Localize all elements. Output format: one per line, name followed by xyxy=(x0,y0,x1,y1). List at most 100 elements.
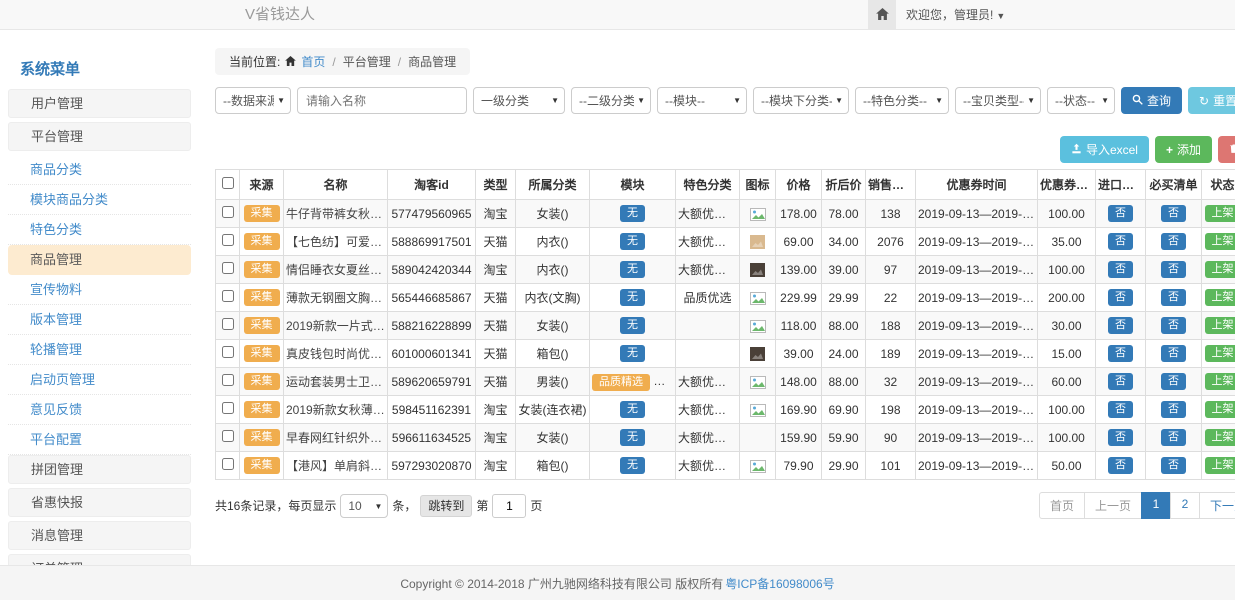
page-button[interactable]: 1 xyxy=(1141,492,1171,519)
sidebar-item[interactable]: 特色分类 xyxy=(8,215,191,245)
import-select-toggle[interactable]: 否 xyxy=(1108,373,1133,390)
sidebar-item[interactable]: 启动页管理 xyxy=(8,365,191,395)
row-checkbox[interactable] xyxy=(222,206,234,218)
status-toggle[interactable]: 上架 xyxy=(1205,373,1235,390)
filter-select[interactable]: --数据来源-- xyxy=(216,88,290,113)
home-button[interactable] xyxy=(868,0,896,30)
row-checkbox[interactable] xyxy=(222,430,234,442)
sidebar-item[interactable]: 版本管理 xyxy=(8,305,191,335)
row-checkbox[interactable] xyxy=(222,374,234,386)
sidebar-item[interactable]: 商品分类 xyxy=(8,155,191,185)
reset-button[interactable]: ↻ 重置 xyxy=(1188,87,1235,114)
sidebar-item[interactable]: 商品管理 xyxy=(8,245,191,275)
import-select-toggle[interactable]: 否 xyxy=(1108,429,1133,446)
sidebar-item[interactable]: 消息管理 xyxy=(8,521,191,550)
coupon-time: 2019-09-13—2019-09-20 xyxy=(916,340,1038,368)
page-prefix: 第 xyxy=(476,497,488,514)
coupon-amount: 50.00 xyxy=(1038,452,1096,480)
per-page-select[interactable]: 10 xyxy=(341,495,387,517)
name-search-input[interactable] xyxy=(297,87,467,114)
icp-link[interactable]: 粤ICP备16098006号 xyxy=(725,575,834,592)
row-checkbox[interactable] xyxy=(222,262,234,274)
jump-button[interactable]: 跳转到 xyxy=(420,495,472,517)
import-select-toggle[interactable]: 否 xyxy=(1108,205,1133,222)
page-button[interactable]: 2 xyxy=(1170,492,1200,519)
sidebar-item[interactable]: 轮播管理 xyxy=(8,335,191,365)
product-image xyxy=(750,208,766,221)
sidebar-item[interactable]: 宣传物料 xyxy=(8,275,191,305)
product-category: 女装(连衣裙) xyxy=(516,396,590,424)
filter-select[interactable]: --模块-- xyxy=(658,88,746,113)
status-toggle[interactable]: 上架 xyxy=(1205,429,1235,446)
status-toggle[interactable]: 上架 xyxy=(1205,261,1235,278)
import-select-toggle[interactable]: 否 xyxy=(1108,317,1133,334)
filter-select[interactable]: --二级分类-- xyxy=(572,88,650,113)
filter-select[interactable]: --模块下分类-- xyxy=(754,88,848,113)
reset-button-label: 重置 xyxy=(1213,92,1235,109)
import-select-toggle[interactable]: 否 xyxy=(1108,345,1133,362)
feature-category: 大额优惠券 xyxy=(676,452,740,480)
page-button[interactable]: 下一页 xyxy=(1199,492,1235,519)
filter-select[interactable]: --状态-- xyxy=(1048,88,1114,113)
refresh-icon: ↻ xyxy=(1199,94,1209,108)
sidebar-item[interactable]: 平台管理 xyxy=(8,122,191,151)
filter-select-wrap: --数据来源--▼ xyxy=(215,87,291,114)
add-button[interactable]: + 添加 xyxy=(1155,136,1212,163)
select-all-checkbox[interactable] xyxy=(222,177,234,189)
import-select-toggle[interactable]: 否 xyxy=(1108,401,1133,418)
sidebar-item[interactable]: 意见反馈 xyxy=(8,395,191,425)
batch-delete-button[interactable]: 批量删除 xyxy=(1218,136,1235,163)
import-select-cell: 否 xyxy=(1096,368,1146,396)
module-cell: 无 xyxy=(590,200,676,228)
must-buy-toggle[interactable]: 否 xyxy=(1161,289,1186,306)
breadcrumb-home-link[interactable]: 首页 xyxy=(301,53,325,70)
filter-select[interactable]: --宝贝类型-- xyxy=(956,88,1040,113)
page-number-input[interactable] xyxy=(492,494,526,518)
must-buy-toggle[interactable]: 否 xyxy=(1161,429,1186,446)
row-checkbox[interactable] xyxy=(222,458,234,470)
row-checkbox[interactable] xyxy=(222,290,234,302)
must-buy-toggle[interactable]: 否 xyxy=(1161,317,1186,334)
sales-count: 138 xyxy=(866,200,916,228)
must-buy-toggle[interactable]: 否 xyxy=(1161,261,1186,278)
status-toggle[interactable]: 上架 xyxy=(1205,205,1235,222)
status-toggle[interactable]: 上架 xyxy=(1205,317,1235,334)
sidebar-item[interactable]: 模块商品分类 xyxy=(8,185,191,215)
import-select-toggle[interactable]: 否 xyxy=(1108,457,1133,474)
discount-price: 78.00 xyxy=(822,200,866,228)
status-toggle[interactable]: 上架 xyxy=(1205,457,1235,474)
sidebar-item[interactable]: 省惠快报 xyxy=(8,488,191,517)
status-toggle[interactable]: 上架 xyxy=(1205,345,1235,362)
page-button[interactable]: 首页 xyxy=(1039,492,1085,519)
must-buy-toggle[interactable]: 否 xyxy=(1161,457,1186,474)
feature-category: 大额优惠券 xyxy=(676,256,740,284)
status-toggle[interactable]: 上架 xyxy=(1205,233,1235,250)
must-buy-toggle[interactable]: 否 xyxy=(1161,401,1186,418)
row-checkbox[interactable] xyxy=(222,402,234,414)
must-buy-toggle[interactable]: 否 xyxy=(1161,345,1186,362)
must-buy-toggle[interactable]: 否 xyxy=(1161,205,1186,222)
row-checkbox[interactable] xyxy=(222,234,234,246)
import-select-toggle[interactable]: 否 xyxy=(1108,233,1133,250)
status-toggle[interactable]: 上架 xyxy=(1205,401,1235,418)
filter-select-wrap: 一级分类▼ xyxy=(473,87,565,114)
filter-select[interactable]: 一级分类 xyxy=(474,88,564,113)
user-menu[interactable]: 欢迎您，管理员!▼ xyxy=(906,0,1005,31)
sidebar-item[interactable]: 拼团管理 xyxy=(8,455,191,484)
query-button[interactable]: 查询 xyxy=(1121,87,1182,114)
filter-select-wrap: --二级分类--▼ xyxy=(571,87,651,114)
sidebar-item[interactable]: 用户管理 xyxy=(8,89,191,118)
page-button[interactable]: 上一页 xyxy=(1084,492,1142,519)
import-select-toggle[interactable]: 否 xyxy=(1108,289,1133,306)
source-cell: 采集 xyxy=(240,424,284,452)
table-actions: 导入excel + 添加 批量删除 xyxy=(215,136,1235,163)
row-checkbox[interactable] xyxy=(222,318,234,330)
sidebar-item[interactable]: 平台配置 xyxy=(8,425,191,455)
import-excel-button[interactable]: 导入excel xyxy=(1060,136,1149,163)
row-checkbox[interactable] xyxy=(222,346,234,358)
filter-select[interactable]: --特色分类-- xyxy=(856,88,948,113)
status-toggle[interactable]: 上架 xyxy=(1205,289,1235,306)
must-buy-toggle[interactable]: 否 xyxy=(1161,233,1186,250)
must-buy-toggle[interactable]: 否 xyxy=(1161,373,1186,390)
import-select-toggle[interactable]: 否 xyxy=(1108,261,1133,278)
